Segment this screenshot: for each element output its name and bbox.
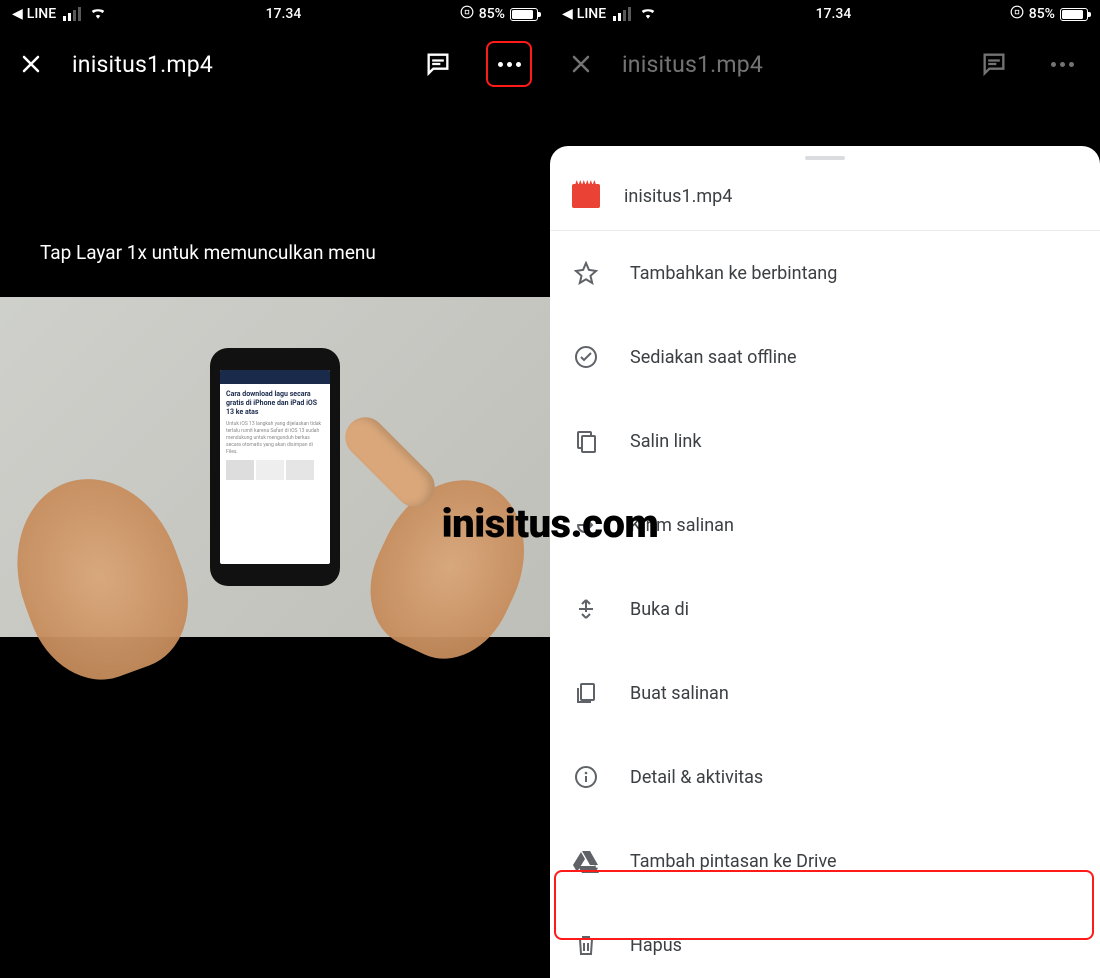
video-preview[interactable]: Cara download lagu secara gratis di iPho… xyxy=(0,297,550,637)
sheet-item-star[interactable]: Tambahkan ke berbintang xyxy=(550,231,1100,315)
phone-article-title: Cara download lagu secara gratis di iPho… xyxy=(226,390,324,417)
sheet-item-label: Hapus xyxy=(630,935,682,956)
sheet-item-label: Buat salinan xyxy=(630,683,729,704)
cell-signal-icon xyxy=(613,7,631,21)
app-header: inisitus1.mp4 xyxy=(0,28,550,100)
openin-icon xyxy=(572,597,600,621)
phone-graphic: Cara download lagu secara gratis di iPho… xyxy=(210,348,340,586)
svg-text:+: + xyxy=(592,862,598,873)
overlay-tip: Tap Layar 1x untuk memunculkan menu xyxy=(0,240,550,267)
back-caret-icon: ◀ xyxy=(12,6,23,22)
status-bar: ◀ LINE 17.34 85% xyxy=(550,0,1100,28)
hand-left-graphic xyxy=(0,455,209,698)
info-icon xyxy=(572,765,600,789)
file-title: inisitus1.mp4 xyxy=(622,51,763,78)
close-button[interactable] xyxy=(18,51,44,77)
action-sheet: inisitus1.mp4 Tambahkan ke berbintang Sed… xyxy=(550,146,1100,978)
send-icon xyxy=(572,513,600,537)
trash-icon xyxy=(572,933,600,957)
battery-icon xyxy=(1060,8,1088,21)
close-button[interactable] xyxy=(568,51,594,77)
sheet-item-copy[interactable]: Buat salinan xyxy=(550,651,1100,735)
sheet-item-info[interactable]: Detail & aktivitas xyxy=(550,735,1100,819)
sheet-item-label: Sediakan saat offline xyxy=(630,347,797,368)
back-caret-icon: ◀ xyxy=(562,6,573,22)
orientation-lock-icon xyxy=(460,5,474,23)
sheet-item-label: Tambahkan ke berbintang xyxy=(630,263,837,284)
battery-pct: 85% xyxy=(479,6,505,22)
comment-icon[interactable] xyxy=(974,44,1014,84)
sheet-item-label: Tambah pintasan ke Drive xyxy=(630,851,837,872)
link-icon xyxy=(572,429,600,453)
comment-icon[interactable] xyxy=(418,44,458,84)
sheet-item-label: Buka di xyxy=(630,599,689,620)
sheet-item-send[interactable]: Kirim salinan xyxy=(550,483,1100,567)
hand-right-graphic xyxy=(349,455,550,677)
star-icon xyxy=(572,261,600,285)
sheet-item-label: Detail & aktivitas xyxy=(630,767,763,788)
sheet-item-offline[interactable]: Sediakan saat offline xyxy=(550,315,1100,399)
sheet-header: inisitus1.mp4 xyxy=(550,166,1100,231)
wifi-icon xyxy=(639,5,657,23)
more-button-highlight[interactable] xyxy=(486,41,532,87)
video-file-icon xyxy=(572,184,600,208)
sheet-item-trash[interactable]: Hapus xyxy=(550,903,1100,978)
orientation-lock-icon xyxy=(1010,5,1024,23)
cell-signal-icon xyxy=(63,7,81,21)
sheet-item-openin[interactable]: Buka di xyxy=(550,567,1100,651)
battery-pct: 85% xyxy=(1029,6,1055,22)
status-time: 17.34 xyxy=(266,6,302,22)
back-app-label[interactable]: LINE xyxy=(27,6,56,22)
drive-icon: + xyxy=(572,849,600,873)
sheet-item-link[interactable]: Salin link xyxy=(550,399,1100,483)
left-screenshot: ◀ LINE 17.34 85% inisitus1.mp4 Tap L xyxy=(0,0,550,978)
sheet-handle[interactable] xyxy=(805,156,845,160)
sheet-item-drive[interactable]: + Tambah pintasan ke Drive xyxy=(550,819,1100,903)
file-title: inisitus1.mp4 xyxy=(72,51,213,78)
status-bar: ◀ LINE 17.34 85% xyxy=(0,0,550,28)
sheet-item-label: Kirim salinan xyxy=(630,515,734,536)
finger-graphic xyxy=(337,409,443,515)
more-button[interactable] xyxy=(1042,44,1082,84)
right-screenshot: ◀ LINE 17.34 85% inisitus1.mp4 xyxy=(550,0,1100,978)
back-app-label[interactable]: LINE xyxy=(577,6,606,22)
sheet-title: inisitus1.mp4 xyxy=(624,186,732,207)
status-time: 17.34 xyxy=(816,6,852,22)
offline-icon xyxy=(572,345,600,369)
sheet-item-label: Salin link xyxy=(630,431,701,452)
copy-icon xyxy=(572,681,600,705)
battery-icon xyxy=(510,8,538,21)
wifi-icon xyxy=(89,5,107,23)
sheet-list: Tambahkan ke berbintang Sediakan saat off… xyxy=(550,231,1100,978)
app-header-dimmed: inisitus1.mp4 xyxy=(550,28,1100,100)
